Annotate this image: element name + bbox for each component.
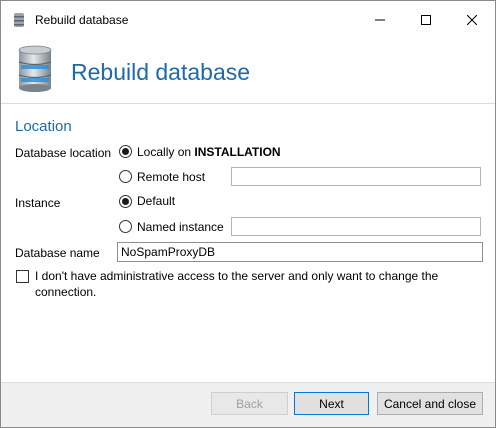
radio-remote-host-label[interactable]: Remote host: [137, 170, 205, 184]
instance-label: Instance: [15, 196, 61, 210]
minimize-button[interactable]: [357, 1, 403, 39]
radio-default-instance-label[interactable]: Default: [137, 194, 175, 208]
local-host-name: INSTALLATION: [194, 145, 281, 159]
database-name-input[interactable]: NoSpamProxyDB: [117, 242, 483, 262]
minimize-icon: [375, 19, 385, 21]
radio-default-instance[interactable]: [119, 195, 132, 208]
radio-named-instance-label[interactable]: Named instance: [137, 220, 224, 234]
admin-access-checkbox[interactable]: [16, 270, 29, 283]
close-icon: [467, 15, 477, 25]
radio-remote-host[interactable]: [119, 170, 132, 183]
cancel-and-close-button[interactable]: Cancel and close: [377, 392, 483, 415]
database-stack-icon: [18, 45, 52, 92]
maximize-icon: [421, 15, 431, 25]
dialog-window: Rebuild database Rebuild database Locati…: [0, 0, 496, 428]
dialog-footer: Back Next Cancel and close: [1, 383, 495, 427]
close-button[interactable]: [449, 1, 495, 39]
radio-locally-label[interactable]: Locally on INSTALLATION: [137, 145, 281, 159]
title-bar[interactable]: Rebuild database: [1, 1, 495, 39]
database-name-label: Database name: [15, 246, 100, 260]
header-title: Rebuild database: [71, 59, 251, 85]
admin-access-label[interactable]: I don't have administrative access to th…: [35, 268, 475, 300]
window-title: Rebuild database: [35, 13, 129, 27]
dialog-content: Location Database location Locally on IN…: [1, 104, 495, 382]
section-title-location: Location: [15, 118, 72, 135]
next-button[interactable]: Next: [294, 392, 369, 415]
database-location-label: Database location: [15, 146, 112, 160]
local-prefix-text: Locally on: [137, 145, 192, 159]
database-app-icon: [14, 13, 24, 27]
radio-locally[interactable]: [119, 145, 132, 158]
remote-host-input[interactable]: [231, 167, 481, 186]
back-button[interactable]: Back: [211, 392, 288, 415]
radio-named-instance[interactable]: [119, 220, 132, 233]
named-instance-input[interactable]: [231, 217, 481, 236]
dialog-header: Rebuild database: [1, 39, 495, 103]
maximize-button[interactable]: [403, 1, 449, 39]
